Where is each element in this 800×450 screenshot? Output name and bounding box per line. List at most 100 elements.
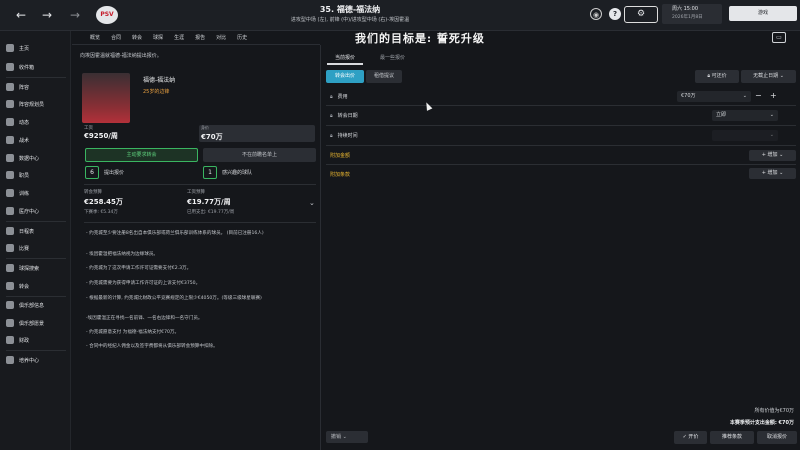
chevron-down-icon: ⌄ — [769, 132, 774, 138]
interested-label[interactable]: 感兴趣的球队 — [222, 169, 252, 176]
club-logo[interactable]: PSV — [96, 6, 118, 24]
tab-current-offer[interactable]: 当前报价 — [327, 51, 364, 65]
additional-fee-label: 附加金额 — [330, 153, 351, 159]
screen-icon[interactable]: ▭ — [772, 32, 786, 43]
duration-select[interactable]: ⌄ — [712, 130, 778, 141]
sidebar-item-development[interactable]: 培养中心 — [0, 353, 71, 367]
globe-icon[interactable]: ◉ — [590, 8, 602, 20]
wage-value: €9250/周 — [84, 132, 118, 140]
note-item: - 约克城愿意支付 为福德-福法纳支付€70万。 — [86, 330, 180, 335]
subnav-career[interactable]: 生涯 — [170, 34, 188, 41]
subnav-history[interactable]: 历史 — [233, 34, 251, 41]
subnav-overview[interactable]: 概览 — [86, 34, 104, 41]
add-clause-button[interactable]: + 增加 ⌄ — [749, 168, 796, 179]
tactics-icon — [6, 136, 14, 144]
forward-arrow-icon[interactable]: → — [38, 7, 56, 23]
increment-button[interactable]: + — [770, 91, 777, 100]
squad-icon — [6, 83, 14, 91]
subnav-scout[interactable]: 球探 — [149, 34, 167, 41]
development-icon — [6, 356, 14, 364]
loan-offer-button[interactable]: 租借提议 — [366, 70, 402, 83]
transfer-request-status[interactable]: 主动要求转会 — [85, 148, 198, 162]
negotiable-button[interactable]: 🔒︎ 可还价 — [695, 70, 739, 83]
gear-icon[interactable]: ⚙ — [624, 6, 658, 23]
duration-row: 🔒︎ 持续时间 — [330, 133, 358, 139]
lock-icon[interactable]: 🔒︎ — [330, 133, 333, 139]
subnav-compare[interactable]: 对比 — [212, 34, 230, 41]
player-photo — [82, 73, 130, 123]
sidebar-item-inbox[interactable]: 收件箱 — [0, 60, 71, 74]
sidebar-item-staff[interactable]: 职员 — [0, 168, 71, 182]
club-vision-icon — [6, 319, 14, 327]
club-info-icon — [6, 301, 14, 309]
recommend-terms-button[interactable]: 推荐条款 — [710, 431, 754, 444]
sidebar-item-transfers[interactable]: 转会 — [0, 279, 71, 293]
make-offer-button[interactable]: ✓ 开价 — [674, 431, 707, 444]
offer-notice: 向埃因霍温就福德-福法纳提出报价。 — [80, 53, 162, 59]
training-icon — [6, 189, 14, 197]
cancel-offer-button[interactable]: 取消报价 — [757, 431, 797, 444]
shortlist-status[interactable]: 不在前瞻名单上 — [203, 148, 316, 162]
transfers-icon — [6, 282, 14, 290]
wage-budget-value: €19.77万/周 — [187, 198, 231, 206]
transfer-date-select[interactable]: 立即 ⌄ — [712, 110, 778, 121]
medical-icon — [6, 207, 14, 215]
continue-button[interactable]: 游戏 — [729, 6, 797, 21]
stream-overlay-caption: 我们的目标是: 誓死升级 — [355, 32, 485, 45]
staff-icon — [6, 171, 14, 179]
chevron-down-icon: ⌄ — [742, 93, 747, 99]
note-item: - 约克城至少要注册8名出自本俱乐部或荷兰俱乐部训练体系的球员。 (目前已注册1… — [86, 231, 264, 236]
decrement-button[interactable]: − — [755, 91, 762, 100]
value-label: 身价 — [201, 125, 209, 130]
wage-budget-label: 工资预算 — [187, 190, 205, 195]
sidebar-item-club-vision[interactable]: 俱乐部愿景 — [0, 316, 71, 330]
sidebar-item-finances[interactable]: 财政 — [0, 333, 71, 347]
lock-icon[interactable]: 🔒︎ — [330, 113, 333, 119]
help-icon[interactable]: ? — [609, 8, 621, 20]
note-item: - 约克城为了这次申请工作许可证需要支付€2.3万。 — [86, 266, 192, 271]
dynamics-icon — [6, 118, 14, 126]
home-icon — [6, 44, 14, 52]
subnav-reports[interactable]: 报告 — [191, 34, 209, 41]
withdraw-dropdown[interactable]: 撤销 ⌄ — [326, 431, 368, 443]
player-name[interactable]: 福德-福法纳 — [143, 75, 175, 84]
sidebar-item-scouting[interactable]: 球探搜索 — [0, 261, 71, 275]
sidebar-item-competitions[interactable]: 比赛 — [0, 241, 71, 255]
fee-input[interactable]: €70万 ⌄ — [677, 91, 751, 102]
sidebar-item-squad[interactable]: 阵容 — [0, 80, 71, 94]
note-item: -埃因霍温正在寻找一名前锋、一名右边锋和一名守门员。 — [86, 316, 203, 321]
sub-navigation: 概览 合同 转会 球探 生涯 报告 对比 历史 — [72, 31, 320, 45]
sidebar-item-dynamics[interactable]: 动态 — [0, 115, 71, 129]
data-hub-icon — [6, 154, 14, 162]
add-fee-button[interactable]: + 增加 ⌄ — [749, 150, 796, 161]
total-value: 所有价值为€70万 — [754, 408, 794, 414]
interested-count: 1 — [203, 166, 217, 179]
sidebar-item-club-info[interactable]: 俱乐部信息 — [0, 298, 71, 312]
offers-label[interactable]: 提出报价 — [104, 169, 124, 176]
chevron-down-icon[interactable]: ⌄ — [309, 199, 315, 207]
sidebar-item-schedule[interactable]: 日程表 — [0, 224, 71, 238]
sidebar-item-tactics[interactable]: 战术 — [0, 133, 71, 147]
budget-value: €258.45万 — [84, 198, 123, 206]
tab-latest-offers[interactable]: 最一些报价 — [372, 51, 413, 65]
value-amount: €70万 — [201, 133, 223, 141]
sidebar-item-squad-planner[interactable]: 阵容规划员 — [0, 97, 71, 111]
sidebar-item-home[interactable]: 主页 — [0, 41, 71, 55]
sidebar-item-data-hub[interactable]: 数据中心 — [0, 151, 71, 165]
sidebar-item-medical[interactable]: 医疗中心 — [0, 204, 71, 218]
forward-history-icon[interactable]: → — [66, 7, 84, 23]
current-time: 周六 15:00 — [672, 6, 698, 12]
current-date: 2026年1月8日 — [672, 15, 703, 20]
lock-icon[interactable]: 🔒︎ — [330, 94, 333, 100]
note-item: - 根据最新的计算, 约克城比财政公平竞赛规定的上限少€4050万。(等级三级球… — [86, 296, 262, 301]
sidebar-item-training[interactable]: 训练 — [0, 186, 71, 200]
back-arrow-icon[interactable]: ← — [12, 7, 30, 23]
offers-count: 6 — [85, 166, 99, 179]
subnav-transfer[interactable]: 转会 — [128, 34, 146, 41]
inbox-icon — [6, 63, 14, 71]
trophy-icon — [6, 244, 14, 252]
subnav-contract[interactable]: 合同 — [107, 34, 125, 41]
deadline-dropdown[interactable]: 无截止日期 ⌄ — [741, 70, 796, 83]
transfer-offer-button[interactable]: 转会出价 — [326, 70, 364, 83]
player-age-position: 25岁的边锋 — [143, 89, 170, 95]
